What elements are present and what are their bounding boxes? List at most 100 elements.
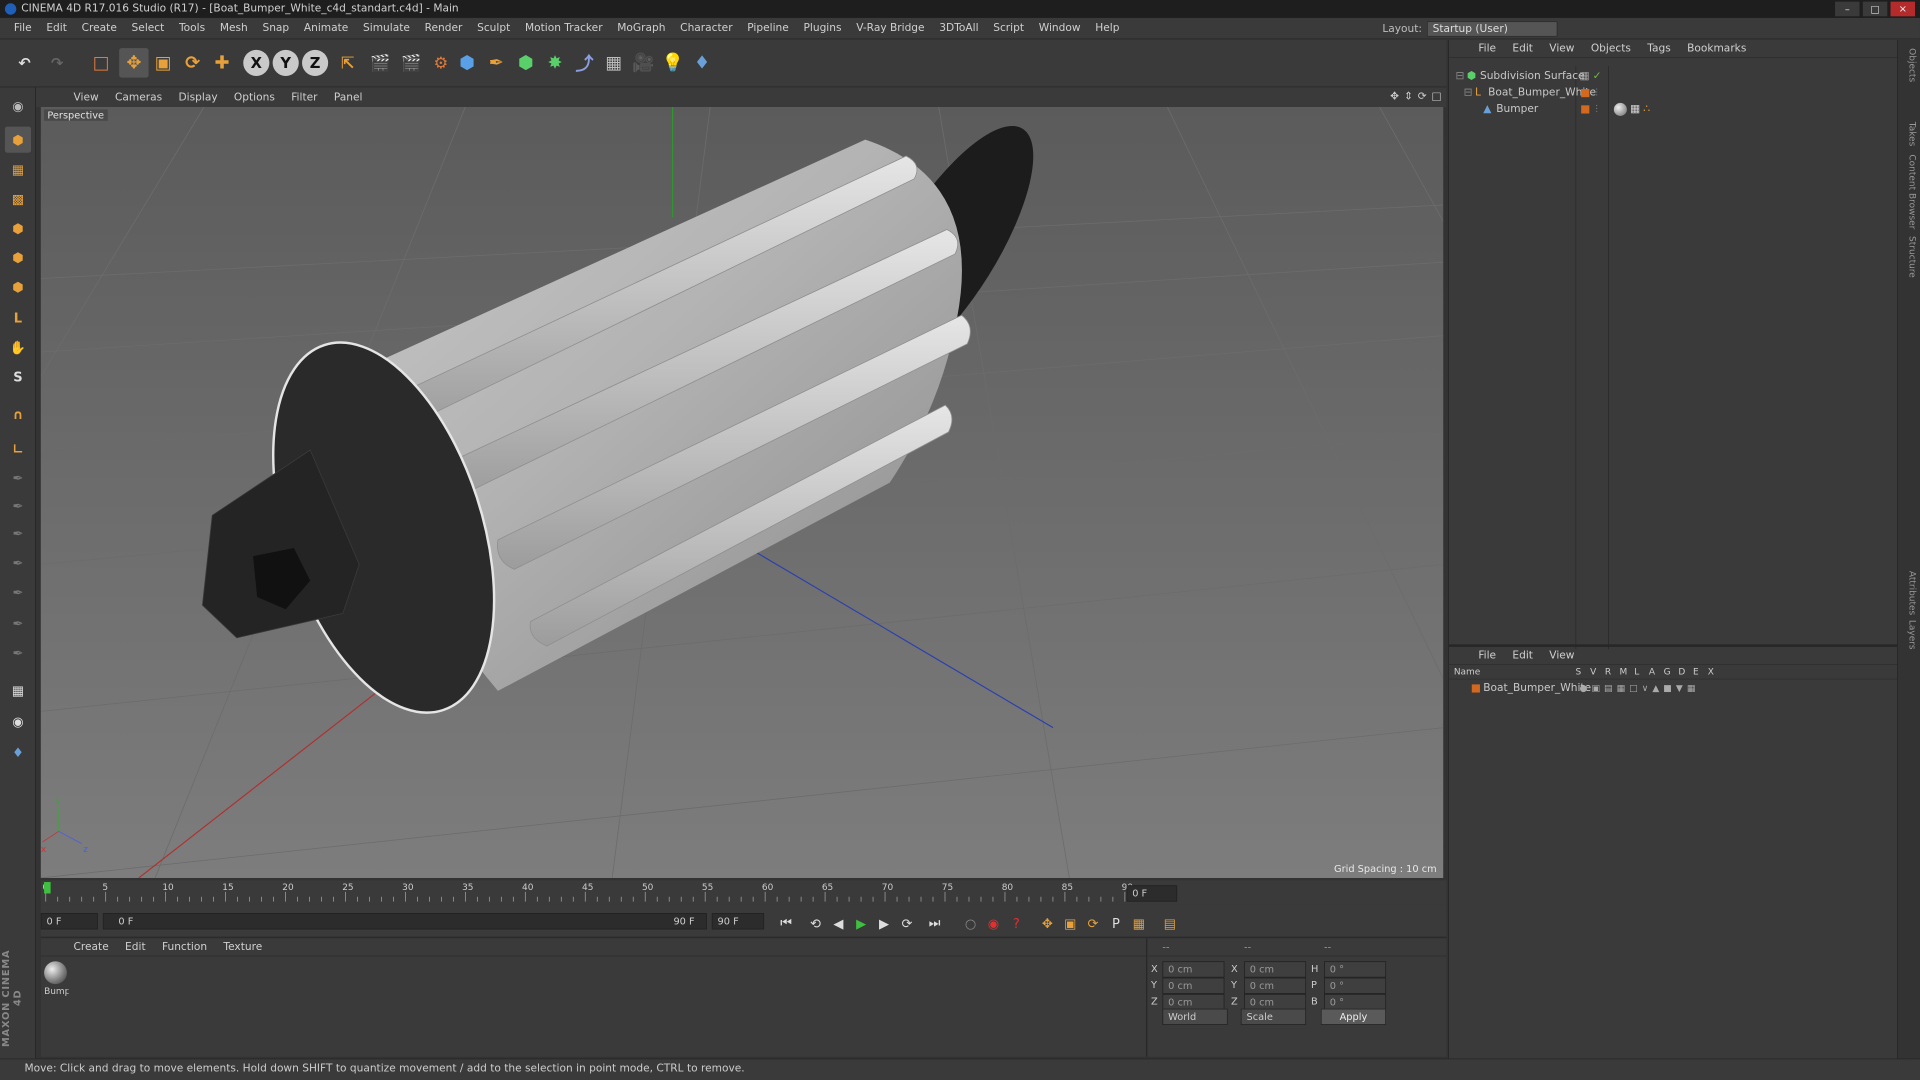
menu-file[interactable]: File (7, 22, 39, 34)
layer-column-v[interactable]: V (1590, 666, 1596, 677)
brush-tool-icon-4[interactable]: ✒ (5, 550, 31, 576)
layer-menu-file[interactable]: File (1470, 649, 1504, 661)
menu-mograph[interactable]: MoGraph (610, 22, 673, 34)
menu-simulate[interactable]: Simulate (356, 22, 418, 34)
viewport-menu-cameras[interactable]: Cameras (107, 91, 171, 103)
coord-system-dropdown[interactable]: World (1162, 1008, 1228, 1025)
scale-tool-icon[interactable]: ▣ (149, 48, 178, 77)
side-tab-layers[interactable]: Layers (1901, 620, 1918, 650)
next-frame-icon[interactable]: ▶ (873, 912, 894, 933)
texture-mode-icon[interactable]: ▦ (5, 156, 31, 182)
brush-tool-icon-5[interactable]: ✒ (5, 579, 31, 605)
object-menu-view[interactable]: View (1541, 42, 1583, 54)
tree-collapse-icon[interactable]: ⊟ (1455, 68, 1464, 86)
visibility-dots-icon[interactable]: ⋮ (1593, 100, 1601, 118)
menu-edit[interactable]: Edit (39, 22, 74, 34)
uvw-tag-icon[interactable]: ▦ (1630, 100, 1640, 118)
viewport-menu-options[interactable]: Options (226, 91, 283, 103)
layer-menu-view[interactable]: View (1541, 649, 1583, 661)
mograph-cloner-icon[interactable]: ✸ (540, 48, 569, 77)
undo-icon[interactable]: ↶ (10, 48, 39, 77)
go-to-start-icon[interactable]: ⏮ (775, 912, 796, 933)
make-editable-icon[interactable]: ◉ (5, 92, 31, 118)
phong-tag-icon[interactable]: ∴ (1643, 100, 1650, 118)
menu-snap[interactable]: Snap (255, 22, 296, 34)
brush-tool-icon-7[interactable]: ✒ (5, 639, 31, 665)
viewport-menu-filter[interactable]: Filter (283, 91, 326, 103)
menu-window[interactable]: Window (1031, 22, 1088, 34)
layer-column-m[interactable]: M (1620, 666, 1628, 677)
coord-field-x[interactable]: 0 cm (1244, 961, 1307, 978)
side-tab-content-browser[interactable]: Content Browser (1901, 154, 1918, 229)
maximize-button[interactable]: □ (1862, 1, 1888, 17)
side-tab-attributes[interactable]: Attributes (1901, 571, 1918, 615)
cube-object-icon[interactable]: ⬢ (452, 48, 481, 77)
object-menu-edit[interactable]: Edit (1504, 42, 1541, 54)
minimize-button[interactable]: – (1835, 1, 1860, 17)
move-tool-icon[interactable]: ✥ (119, 48, 149, 78)
snap-icon[interactable]: S (5, 363, 31, 389)
layer-column-e[interactable]: E (1693, 666, 1699, 677)
menu-v-ray-bridge[interactable]: V-Ray Bridge (849, 22, 932, 34)
record-keys-icon[interactable]: ○ (960, 912, 981, 933)
visibility-dots-icon[interactable]: ⋮ (1593, 84, 1601, 102)
timeline-ruler[interactable]: 051015202530354045505560657075808590 0 F (40, 880, 1447, 905)
tree-collapse-icon[interactable]: ⊟ (1464, 84, 1473, 102)
side-tab-objects[interactable]: Objects (1901, 48, 1918, 82)
menu-script[interactable]: Script (986, 22, 1031, 34)
position-key-icon[interactable]: ✥ (1037, 912, 1058, 933)
next-key-icon[interactable]: ⟳ (896, 912, 917, 933)
material-menu-create[interactable]: Create (65, 941, 117, 953)
menu-create[interactable]: Create (74, 22, 124, 34)
render-to-picture-viewer-icon[interactable]: 🎬 (397, 48, 426, 77)
material-tag-icon[interactable] (1613, 102, 1627, 116)
live-selection-icon[interactable]: □ (87, 48, 116, 77)
keyframe-selection-icon[interactable]: ? (1006, 912, 1027, 933)
brush-tool-icon-1[interactable]: ✒ (5, 465, 31, 491)
layout-dropdown[interactable]: Startup (User) (1426, 21, 1558, 37)
polygons-mode-icon[interactable]: ⬢ (5, 274, 31, 300)
layer-color-swatch[interactable] (1471, 684, 1480, 693)
autokeying-icon[interactable]: ◉ (983, 912, 1004, 933)
layer-column-r[interactable]: R (1605, 666, 1611, 677)
previous-key-icon[interactable]: ⟲ (805, 912, 826, 933)
timeline-window-icon[interactable]: ▤ (1159, 912, 1180, 933)
menu-help[interactable]: Help (1088, 22, 1127, 34)
x-axis-lock-icon[interactable]: X (243, 49, 270, 76)
side-tab-takes[interactable]: Takes (1901, 122, 1918, 147)
menu-3dtoall[interactable]: 3DToAll (932, 22, 986, 34)
coord-field-p[interactable]: 0 ° (1324, 977, 1387, 994)
coord-field-x[interactable]: 0 cm (1162, 961, 1225, 978)
z-axis-lock-icon[interactable]: Z (302, 49, 329, 76)
menu-pipeline[interactable]: Pipeline (740, 22, 796, 34)
render-view-icon[interactable]: 🎬 (366, 48, 395, 77)
layer-column-g[interactable]: G (1664, 666, 1671, 677)
current-frame-field[interactable]: 0 F (1126, 885, 1178, 902)
viewport-menu-view[interactable]: View (65, 91, 107, 103)
object-menu-file[interactable]: File (1470, 42, 1504, 54)
layer-column-a[interactable]: A (1649, 666, 1655, 677)
parameter-key-icon[interactable]: P (1105, 912, 1126, 933)
layer-column-l[interactable]: L (1634, 666, 1639, 677)
paint-tool-icon[interactable]: ▦ (5, 677, 31, 703)
subdivision-surface-icon[interactable]: ⬢ (511, 48, 540, 77)
perspective-viewport[interactable]: y z x Perspective Grid Spacing : 10 cm (40, 106, 1444, 878)
viewport-menu-display[interactable]: Display (170, 91, 225, 103)
previous-frame-icon[interactable]: ◀ (828, 912, 849, 933)
layer-row[interactable]: Boat_Bumper_White ●▣▤▦□∨▲■▼▦ (1449, 679, 1898, 697)
menu-tools[interactable]: Tools (172, 22, 213, 34)
end-frame-field[interactable]: 90 F (711, 913, 765, 930)
coord-mode-dropdown[interactable]: Scale (1240, 1008, 1307, 1025)
menu-render[interactable]: Render (417, 22, 469, 34)
scale-key-icon[interactable]: ▣ (1060, 912, 1081, 933)
deformer-bend-icon[interactable]: ⤴ (570, 48, 599, 77)
orbit-icon[interactable]: ⟳ (1418, 91, 1427, 103)
menu-sculpt[interactable]: Sculpt (470, 22, 518, 34)
layer-color-swatch[interactable] (1581, 89, 1590, 98)
material-swatch[interactable]: Bump (44, 961, 69, 996)
material-menu-function[interactable]: Function (154, 941, 215, 953)
coordinate-system-icon[interactable]: ⇱ (333, 48, 362, 77)
layer-column-d[interactable]: D (1678, 666, 1685, 677)
y-axis-lock-icon[interactable]: Y (272, 49, 299, 76)
coord-field-h[interactable]: 0 ° (1324, 961, 1387, 978)
